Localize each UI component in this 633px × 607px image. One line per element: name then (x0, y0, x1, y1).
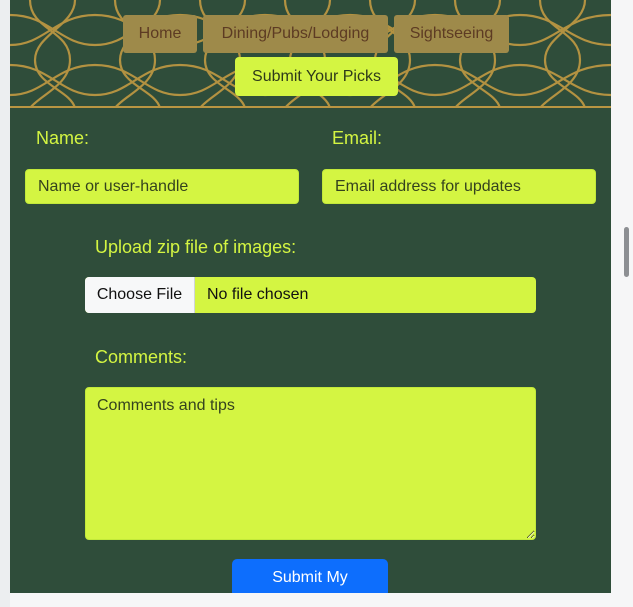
scrollbar-thumb[interactable] (624, 227, 629, 277)
submit-your-picks-button[interactable]: Submit Your Picks (235, 57, 398, 96)
comments-textarea[interactable] (85, 387, 536, 540)
header-divider (10, 106, 611, 108)
name-input[interactable] (25, 169, 299, 204)
name-label: Name: (36, 128, 90, 148)
choose-file-button[interactable]: Choose File (85, 277, 195, 313)
nav-home-button[interactable]: Home (123, 15, 197, 53)
submit-button[interactable]: Submit My (232, 559, 388, 593)
file-status-text: No file chosen (207, 286, 309, 303)
file-upload-field[interactable]: Choose File No file chosen (85, 277, 536, 313)
email-label: Email: (332, 128, 383, 148)
left-margin (0, 0, 10, 607)
submission-page: Home Dining/Pubs/Lodging Sightseeing Sub… (10, 0, 611, 593)
upload-label: Upload zip file of images: (95, 237, 297, 257)
nav-dining-button[interactable]: Dining/Pubs/Lodging (203, 15, 388, 53)
nav-sightseeing-button[interactable]: Sightseeing (394, 15, 509, 53)
site-header: Home Dining/Pubs/Lodging Sightseeing Sub… (10, 0, 611, 108)
page: Home Dining/Pubs/Lodging Sightseeing Sub… (0, 0, 633, 607)
email-input[interactable] (322, 169, 596, 204)
comments-label: Comments: (95, 347, 188, 367)
